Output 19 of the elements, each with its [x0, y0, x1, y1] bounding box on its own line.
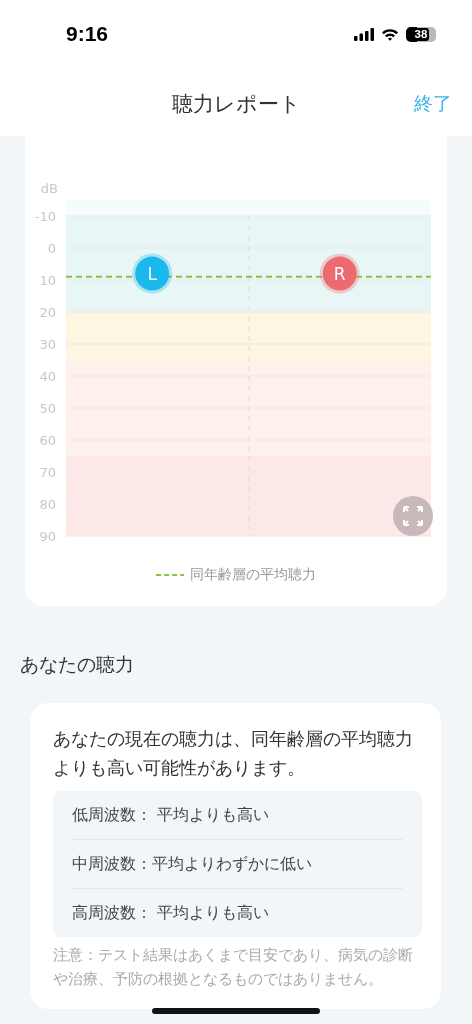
legend-label: 同年齢層の平均聴力 [190, 566, 316, 584]
frequency-result: 中周波数：平均よりわずかに低い [72, 853, 312, 875]
frequency-result: 高周波数： 平均よりも高い [72, 902, 270, 924]
signal-icon [354, 27, 374, 41]
frequency-result: 低周波数： 平均よりも高い [72, 804, 270, 826]
done-button[interactable]: 終了 [414, 91, 452, 117]
legend-line-icon [156, 573, 184, 577]
section-title: あなたの聴力 [20, 653, 134, 675]
series-label: L [147, 263, 158, 284]
battery-icon: 38 [406, 26, 436, 42]
ear-marker: R [319, 253, 360, 294]
wifi-icon [381, 27, 399, 41]
series-label: R [333, 263, 346, 284]
clock: 9:16 [66, 22, 109, 46]
disclaimer-text: 注意：テスト結果はあくまで目安であり、病気の診断や治療、予防の根拠となるものではありません。 [53, 946, 414, 989]
summary-text: あなたの現在の聴力は、同年齢層の平均聴力よりも高い可能性があります。 [53, 728, 414, 780]
ear-marker: L [132, 253, 173, 294]
expand-button[interactable] [393, 496, 433, 536]
page-title: 聴力レポート [171, 91, 301, 118]
